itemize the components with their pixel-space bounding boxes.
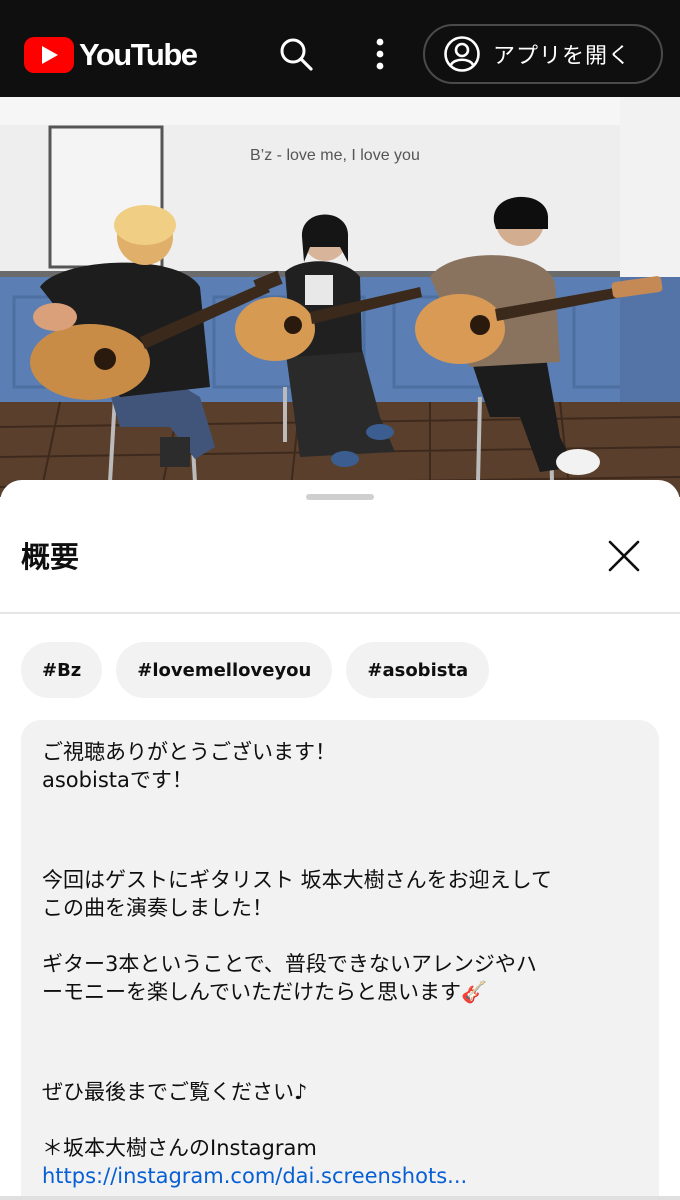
more-options-button[interactable] xyxy=(364,34,396,74)
close-button[interactable] xyxy=(602,534,646,578)
drag-handle[interactable] xyxy=(306,494,374,500)
description-line: ＊坂本大樹さんのInstagram xyxy=(42,1136,317,1160)
video-player[interactable]: B’z - love me, I love you xyxy=(0,97,680,497)
brand-name: YouTube xyxy=(79,37,198,72)
bottom-rule xyxy=(0,1196,680,1200)
description-panel: 概要 #Bz #lovemelloveyou #asobista ご視聴ありがと… xyxy=(0,480,680,1200)
panel-title: 概要 xyxy=(21,540,80,574)
hashtag-chip[interactable]: #Bz xyxy=(21,642,103,698)
account-icon xyxy=(444,36,480,72)
description-line: ぜひ最後までご覧ください♪ xyxy=(42,1080,308,1104)
hashtag-chips: #Bz #lovemelloveyou #asobista xyxy=(21,642,490,698)
description-line: ーモニーを楽しんでいただけたらと思います🎸 xyxy=(42,980,488,1004)
search-icon xyxy=(280,38,313,71)
divider xyxy=(0,612,680,614)
description-line: ご視聴ありがとうございます！ xyxy=(42,740,336,764)
top-app-bar: YouTube アプリを開く xyxy=(0,0,680,97)
description-line: ギター3本ということで、普段できないアレンジやハ xyxy=(42,952,537,976)
youtube-logo-icon xyxy=(24,37,74,73)
hashtag-chip[interactable]: #asobista xyxy=(346,642,490,698)
open-app-label: アプリを開く xyxy=(493,44,632,69)
description-line: asobistaです！ xyxy=(42,768,193,792)
more-vert-icon xyxy=(376,38,384,70)
youtube-logo[interactable]: YouTube xyxy=(24,36,198,74)
instagram-link[interactable]: https://instagram.com/dai.screenshots... xyxy=(42,1162,659,1190)
description-line: 今回はゲストにギタリスト 坂本大樹さんをお迎えして xyxy=(42,868,553,892)
description-line: この曲を演奏しました！ xyxy=(42,896,273,920)
hashtag-chip[interactable]: #lovemelloveyou xyxy=(116,642,333,698)
description-text-box: ご視聴ありがとうございます！ asobistaです！ 今回はゲストにギタリスト … xyxy=(21,720,659,1200)
search-button[interactable] xyxy=(276,34,316,74)
video-title-overlay: B’z - love me, I love you xyxy=(250,147,420,164)
close-icon xyxy=(608,540,640,572)
open-app-button[interactable]: アプリを開く xyxy=(423,24,663,84)
